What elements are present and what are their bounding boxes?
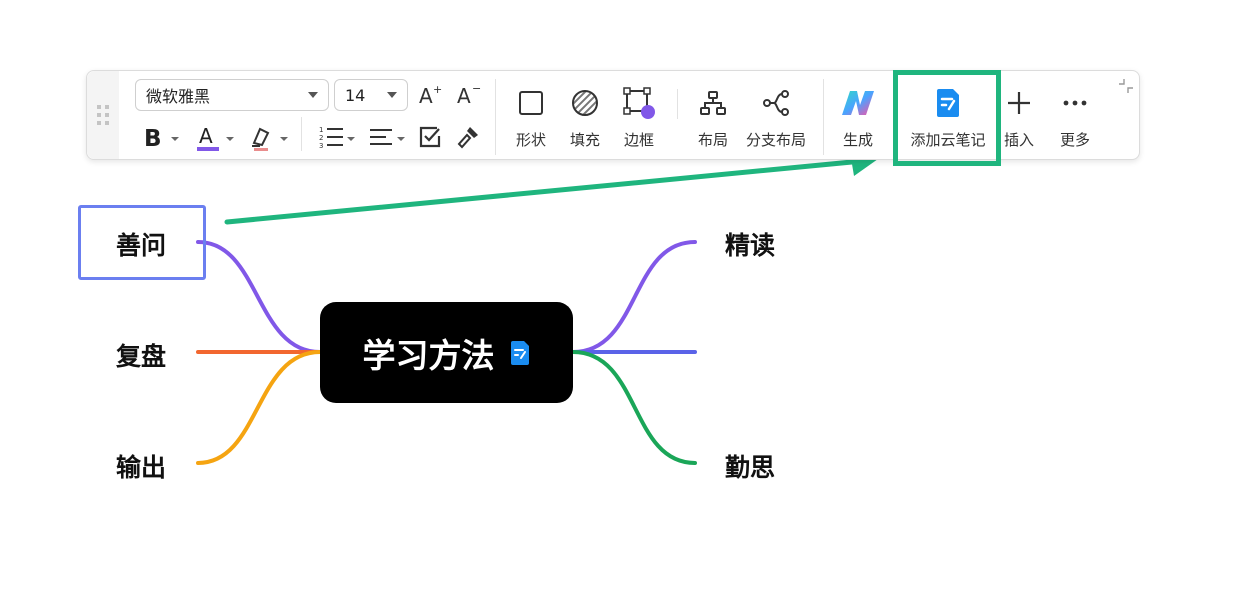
svg-text:3: 3 xyxy=(319,142,323,150)
layout-label: 布局 xyxy=(697,131,728,149)
font-size-select[interactable]: 14 xyxy=(334,79,408,111)
toolbar-divider xyxy=(495,79,496,155)
branch-layout-label: 分支布局 xyxy=(745,131,806,149)
more-label: 更多 xyxy=(1059,131,1090,149)
more-icon xyxy=(1062,83,1088,123)
svg-text:B: B xyxy=(144,126,162,151)
insert-label: 插入 xyxy=(1003,131,1034,149)
highlighter-icon[interactable] xyxy=(245,121,291,155)
drag-handle-icon[interactable] xyxy=(87,71,119,159)
branch-line-shuchu xyxy=(196,350,322,465)
font-family-select[interactable]: 微软雅黑 xyxy=(135,79,329,111)
ai-generate-icon xyxy=(840,83,876,123)
checkbox-icon[interactable] xyxy=(415,121,445,153)
layout-button[interactable]: 布局 xyxy=(683,83,743,155)
generate-label: 生成 xyxy=(842,131,873,149)
align-icon[interactable] xyxy=(367,121,407,153)
svg-text:−: − xyxy=(472,83,481,95)
svg-text:1: 1 xyxy=(319,126,323,134)
border-button[interactable]: 边框 xyxy=(609,83,669,155)
cloud-note-icon[interactable] xyxy=(509,340,531,366)
shape-icon xyxy=(517,83,545,123)
branch-layout-icon xyxy=(762,83,790,123)
border-icon xyxy=(622,83,656,123)
annotation-arrow-line xyxy=(224,159,855,225)
central-topic-text: 学习方法 xyxy=(362,335,495,375)
toolbar-divider xyxy=(677,89,678,119)
svg-text:+: + xyxy=(433,83,442,96)
bold-icon[interactable]: B xyxy=(139,121,181,153)
topic-shanwen[interactable]: 善问 xyxy=(116,226,166,262)
branch-line-jingdu xyxy=(571,240,697,354)
svg-text:A: A xyxy=(199,124,213,148)
svg-text:A: A xyxy=(457,84,471,107)
branch-line-qinsi xyxy=(571,350,697,465)
svg-text:A: A xyxy=(419,84,433,107)
font-color-icon[interactable]: A xyxy=(193,121,237,155)
collapse-icon[interactable] xyxy=(1118,78,1134,98)
fill-label: 填充 xyxy=(569,131,600,149)
font-family-value: 微软雅黑 xyxy=(146,87,211,106)
border-label: 边框 xyxy=(623,131,654,149)
branch-line-shanwen xyxy=(196,240,322,354)
central-topic[interactable]: 学习方法 xyxy=(320,302,573,403)
fill-icon xyxy=(570,83,600,123)
topic-qinsi[interactable]: 勤思 xyxy=(725,448,775,484)
format-painter-icon[interactable] xyxy=(453,121,483,153)
numbered-list-icon[interactable]: 123 xyxy=(317,121,357,153)
font-increase-icon[interactable]: A + xyxy=(415,81,445,109)
more-button[interactable]: 更多 xyxy=(1045,83,1105,155)
topic-fupan[interactable]: 复盘 xyxy=(116,337,166,373)
annotation-highlight-box xyxy=(893,70,1001,166)
font-size-value: 14 xyxy=(345,85,366,105)
branch-layout-button[interactable]: 分支布局 xyxy=(745,83,807,155)
shape-button[interactable]: 形状 xyxy=(501,83,561,155)
chevron-down-icon xyxy=(387,92,397,98)
chevron-down-icon xyxy=(308,92,318,98)
toolbar-divider xyxy=(823,79,824,155)
font-decrease-icon[interactable]: A − xyxy=(453,81,483,109)
topic-jingdu[interactable]: 精读 xyxy=(725,226,775,262)
shape-label: 形状 xyxy=(515,131,546,149)
fill-button[interactable]: 填充 xyxy=(555,83,615,155)
plus-icon xyxy=(1006,83,1032,123)
topic-shuchu[interactable]: 输出 xyxy=(116,448,166,484)
generate-button[interactable]: 生成 xyxy=(828,83,888,155)
svg-text:2: 2 xyxy=(319,134,323,142)
layout-icon xyxy=(699,83,727,123)
toolbar-divider xyxy=(301,117,302,151)
